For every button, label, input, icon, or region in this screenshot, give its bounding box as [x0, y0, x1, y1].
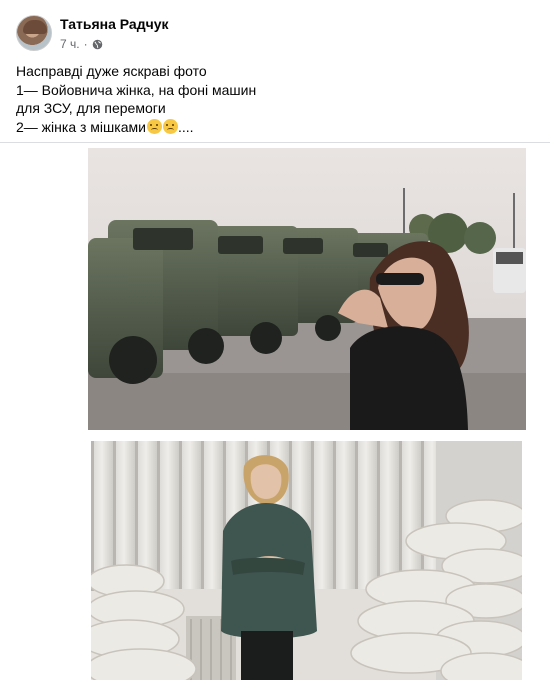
post-text-line-3: для ЗСУ, для перемоги	[16, 100, 166, 116]
photo-sandbags[interactable]	[91, 441, 522, 680]
post-text-line-4-text: 2— жінка з мішками	[16, 118, 146, 135]
ellipsis-text: ....	[177, 118, 194, 135]
pensive-face-emoji-icon	[162, 118, 178, 134]
post-time[interactable]: 7 ч.	[60, 37, 80, 51]
post-text-line-1: Насправді дуже яскраві фото	[16, 63, 207, 79]
divider	[0, 142, 550, 143]
post-text-line-4: 2— жінка з мішками....	[16, 118, 516, 137]
post-text: Насправді дуже яскраві фото 1— Войовнича…	[16, 62, 516, 136]
globe-icon[interactable]	[92, 39, 103, 50]
separator-dot: ·	[83, 37, 88, 51]
photo-military-vehicles[interactable]	[88, 148, 526, 430]
post-subline: 7 ч. ·	[60, 37, 169, 51]
post-header: Татьяна Радчук 7 ч. ·	[16, 15, 169, 51]
post-text-line-2: 1— Войовнича жінка, на фоні машин	[16, 81, 257, 98]
sad-face-emoji-icon	[146, 118, 162, 134]
author-name[interactable]: Татьяна Радчук	[60, 15, 169, 33]
avatar[interactable]	[16, 15, 52, 51]
post-meta: Татьяна Радчук 7 ч. ·	[60, 15, 169, 51]
